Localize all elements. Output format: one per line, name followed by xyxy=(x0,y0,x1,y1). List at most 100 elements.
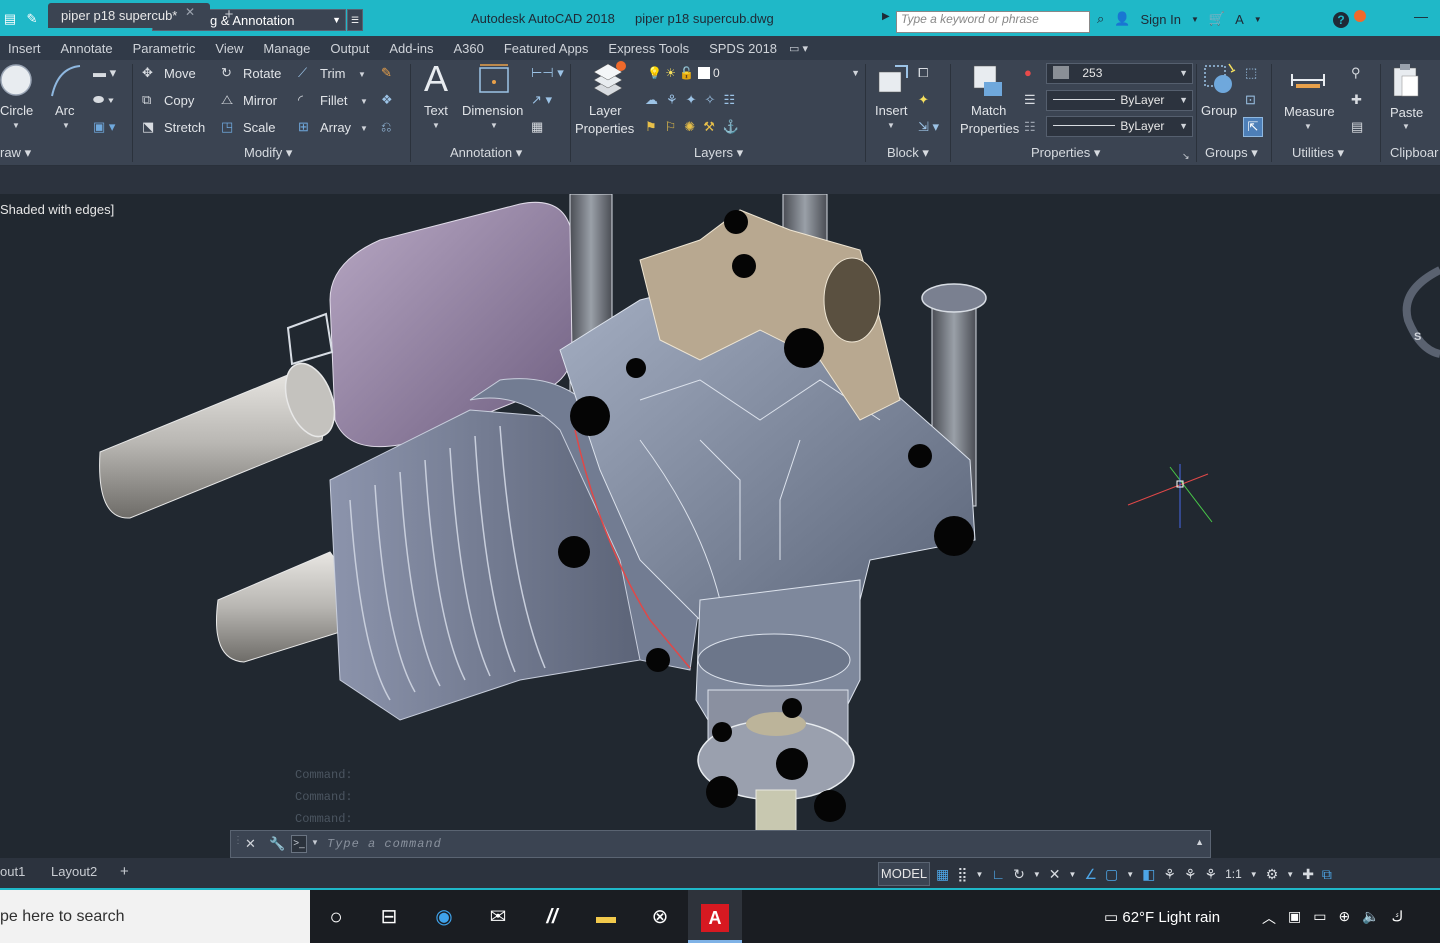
model-space-button[interactable]: MODEL xyxy=(878,862,930,886)
chevron-down-icon[interactable]: ▼ xyxy=(976,870,984,879)
workspace-gear-icon[interactable]: ⚙ xyxy=(1266,866,1279,883)
group-select-icon[interactable]: ⇱ xyxy=(1243,117,1263,137)
stretch-button[interactable]: Stretch xyxy=(164,120,205,135)
explode-icon[interactable]: ❖ xyxy=(381,92,393,108)
autodesk-icon[interactable]: A xyxy=(1235,12,1244,27)
create-block-icon[interactable]: ⧠ xyxy=(918,65,928,81)
layer-tools-row-2[interactable]: ⚑⚐✺⚒⚓ xyxy=(645,119,765,135)
copy-button[interactable]: Copy xyxy=(164,93,194,108)
chevron-down-icon[interactable]: ▼ xyxy=(360,124,368,133)
insert-block-icon[interactable] xyxy=(875,62,911,98)
close-icon[interactable]: ✕ xyxy=(245,836,256,852)
edit-block-icon[interactable]: ✦ xyxy=(918,92,929,108)
chevron-down-icon[interactable]: ▼ xyxy=(490,121,498,130)
sign-in-button[interactable]: Sign In xyxy=(1140,12,1180,27)
autocad-icon[interactable]: A xyxy=(701,904,729,932)
layout-tab-1[interactable]: out1 xyxy=(0,862,25,882)
tab-featured-apps[interactable]: Featured Apps xyxy=(494,41,599,56)
insert-button[interactable]: Insert xyxy=(875,103,908,118)
leader-icon[interactable]: ↗ ▾ xyxy=(531,92,552,108)
chevron-up-icon[interactable]: ︿ xyxy=(1262,908,1276,928)
scale-value[interactable]: 1:1 xyxy=(1225,867,1242,881)
id-point-icon[interactable]: ✚ xyxy=(1351,92,1362,108)
chevron-down-icon[interactable]: ▼ xyxy=(360,97,368,106)
annotation-visibility-icon[interactable]: ⚘ xyxy=(1163,866,1176,883)
tab-insert[interactable]: Insert xyxy=(0,41,51,56)
color-dropdown[interactable]: 253 ▼ xyxy=(1046,63,1193,84)
weather-widget[interactable]: ▭ 62°F Light rain xyxy=(1104,908,1220,926)
hatch-icon[interactable]: ⬬ ▾ xyxy=(93,92,114,108)
battery-icon[interactable]: ▭ xyxy=(1313,908,1326,928)
chevron-down-icon[interactable]: ▼ xyxy=(1402,122,1410,131)
tab-spds[interactable]: SPDS 2018 xyxy=(699,41,787,56)
osnap-tracking-icon[interactable]: ✕ xyxy=(1049,866,1061,883)
tab-addins[interactable]: Add-ins xyxy=(379,41,443,56)
new-tab-button[interactable]: + xyxy=(219,6,239,24)
panel-clipboard-label[interactable]: Clipboar xyxy=(1390,145,1438,160)
mirror-button[interactable]: Mirror xyxy=(243,93,277,108)
annotation-monitor-icon[interactable]: ✚ xyxy=(1302,866,1314,883)
tab-output[interactable]: Output xyxy=(320,41,379,56)
move-button[interactable]: Move xyxy=(164,66,196,81)
tab-parametric[interactable]: Parametric xyxy=(123,41,206,56)
chevron-up-icon[interactable]: ▲ xyxy=(1195,837,1204,847)
customize-qat-button[interactable]: ☰ xyxy=(347,9,363,31)
file-explorer-icon[interactable]: ▬ xyxy=(592,903,620,931)
chevron-down-icon[interactable]: ▼ xyxy=(1286,870,1294,879)
xbox-icon[interactable]: ⊗ xyxy=(646,903,674,931)
iso-draft-icon[interactable]: ∠ xyxy=(1084,866,1097,883)
dialog-launcher-icon[interactable]: ↘ xyxy=(1182,148,1190,164)
rectangle-icon[interactable]: ▬ ▾ xyxy=(93,65,116,81)
dimension-button[interactable]: Dimension xyxy=(462,103,523,118)
layer-dropdown[interactable]: 💡 ☀ 🔓 0 ▼ xyxy=(640,63,865,84)
calculator-icon[interactable]: ▤ xyxy=(1351,119,1363,135)
arc-icon[interactable] xyxy=(48,62,84,98)
chevron-down-icon[interactable]: ▼ xyxy=(1033,870,1041,879)
match-properties-label-1[interactable]: Match xyxy=(971,103,1006,118)
chevron-down-icon[interactable]: ▼ xyxy=(311,838,319,847)
chevron-down-icon[interactable]: ▼ xyxy=(1069,870,1077,879)
network-icon[interactable]: ⊕ xyxy=(1338,908,1350,928)
chevron-down-icon[interactable]: ▼ xyxy=(1254,15,1262,24)
edge-icon[interactable]: ◉ xyxy=(430,903,458,931)
minimize-button[interactable]: — xyxy=(1414,8,1428,24)
layer-properties-label-2[interactable]: Properties xyxy=(575,121,634,136)
polar-icon[interactable]: ↻ xyxy=(1013,866,1025,883)
snap-icon[interactable]: ⣿ xyxy=(957,866,967,883)
tab-view[interactable]: View xyxy=(205,41,253,56)
rotate-button[interactable]: Rotate xyxy=(243,66,281,81)
text-button[interactable]: Text xyxy=(424,103,448,118)
panel-layers-label[interactable]: Layers ▾ xyxy=(694,145,743,161)
transparency-icon[interactable]: ◧ xyxy=(1142,866,1155,883)
meet-icon[interactable]: ▣ xyxy=(1288,908,1301,928)
layout-tab-2[interactable]: Layout2 xyxy=(51,862,97,882)
match-properties-icon[interactable] xyxy=(970,62,1006,100)
close-icon[interactable]: ✕ xyxy=(185,5,195,19)
group-edit-icon[interactable]: ⊡ xyxy=(1245,92,1256,108)
chevron-down-icon[interactable]: ▼ xyxy=(1250,870,1258,879)
volume-icon[interactable]: 🔈 xyxy=(1362,908,1379,928)
tab-a360[interactable]: A360 xyxy=(443,41,493,56)
cart-icon[interactable]: 🛒 xyxy=(1209,11,1225,27)
panel-draw-label[interactable]: raw ▾ xyxy=(0,145,31,161)
viewcube-compass[interactable] xyxy=(1402,266,1440,358)
panel-modify-label[interactable]: Modify ▾ xyxy=(244,145,292,161)
offset-icon[interactable]: ⎌ xyxy=(381,119,391,135)
object-snap-icon[interactable]: ▢ xyxy=(1105,866,1118,883)
attribute-icon[interactable]: ⇲ ▾ xyxy=(918,119,939,135)
layer-tools-row-1[interactable]: ☁⚘✦✧☷ xyxy=(645,92,765,108)
app-menu-icon[interactable]: ▤ xyxy=(2,11,18,27)
quick-properties-icon[interactable]: ⧉ xyxy=(1322,866,1332,883)
measure-button[interactable]: Measure xyxy=(1284,104,1335,119)
group-button[interactable]: Group xyxy=(1201,103,1237,118)
paste-button[interactable]: Paste xyxy=(1390,105,1423,120)
layer-properties-label-1[interactable]: Layer xyxy=(589,103,622,118)
chevron-down-icon[interactable]: ▼ xyxy=(432,121,440,130)
task-view-icon[interactable]: ⊟ xyxy=(375,903,403,931)
tab-express-tools[interactable]: Express Tools xyxy=(598,41,699,56)
mail-icon[interactable]: ✉ xyxy=(484,903,512,931)
boundary-icon[interactable]: ▣ ▾ xyxy=(93,119,115,135)
help-icon[interactable]: ? xyxy=(1333,12,1349,28)
scale-button[interactable]: Scale xyxy=(243,120,276,135)
command-input[interactable]: Type a command xyxy=(327,837,442,851)
